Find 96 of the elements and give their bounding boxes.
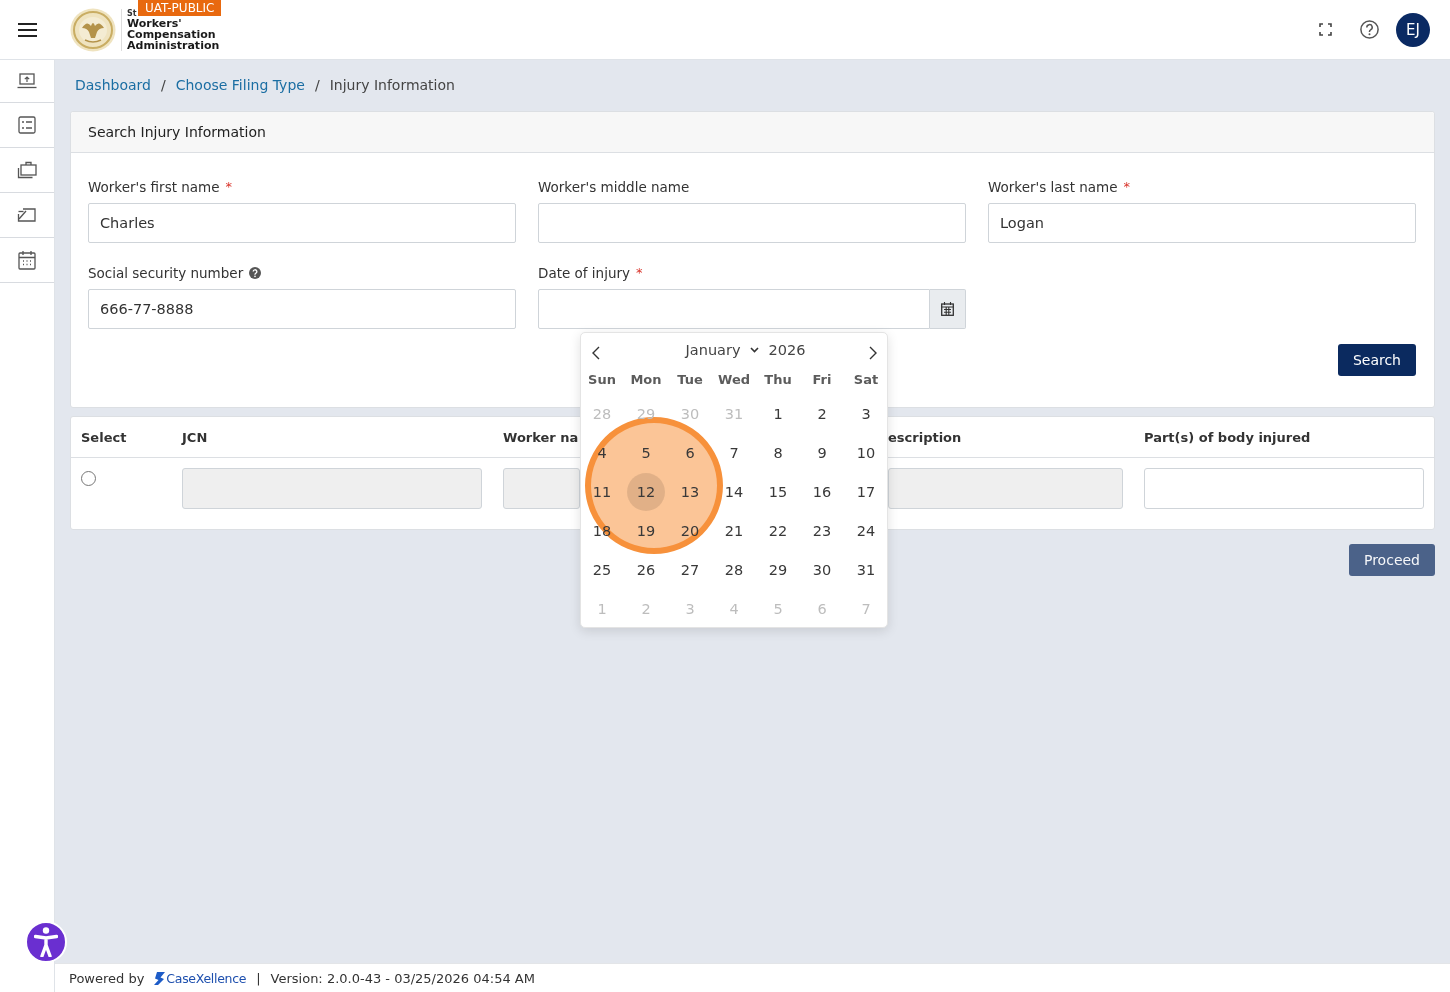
help-icon[interactable] bbox=[249, 266, 262, 279]
day-cell[interactable]: 17 bbox=[847, 472, 885, 511]
day-cell[interactable]: 4 bbox=[583, 433, 621, 472]
brand-name: CaseXellence bbox=[166, 970, 247, 986]
day-cell[interactable]: 20 bbox=[671, 511, 709, 550]
day-cell[interactable]: 21 bbox=[715, 511, 753, 550]
day-cell[interactable]: 23 bbox=[803, 511, 841, 550]
input-field[interactable]: Logan bbox=[988, 203, 1416, 243]
day-cell[interactable]: 29 bbox=[759, 550, 797, 589]
fullscreen-icon bbox=[1319, 23, 1332, 36]
input-field[interactable] bbox=[538, 203, 966, 243]
day-cell[interactable]: 24 bbox=[847, 511, 885, 550]
environment-badge: UAT-PUBLIC bbox=[138, 0, 222, 16]
day-cell[interactable]: 25 bbox=[583, 550, 621, 589]
avatar-button[interactable]: EJ bbox=[1396, 12, 1430, 47]
breadcrumb-link[interactable]: Choose Filing Type bbox=[175, 77, 305, 93]
input-field[interactable]: 666-77-8888 bbox=[88, 289, 516, 329]
day-cell[interactable]: 6 bbox=[671, 433, 709, 472]
footer-separator: | bbox=[256, 970, 261, 986]
day-cell[interactable]: 22 bbox=[759, 511, 797, 550]
menu-icon bbox=[18, 22, 37, 37]
day-cell[interactable]: 3 bbox=[847, 394, 885, 433]
calendar-icon bbox=[18, 250, 36, 270]
breadcrumb-link[interactable]: Dashboard bbox=[75, 77, 151, 93]
day-cell[interactable]: 31 bbox=[847, 550, 885, 589]
brand-mark-icon bbox=[154, 971, 166, 985]
next-month-button[interactable] bbox=[869, 345, 877, 360]
weekday-label: Mon bbox=[630, 371, 662, 389]
edit-frame-icon bbox=[17, 207, 37, 223]
day-cell[interactable]: 15 bbox=[759, 472, 797, 511]
day-cell[interactable]: 28 bbox=[715, 550, 753, 589]
year-input[interactable]: 2026 bbox=[768, 341, 806, 358]
help-icon bbox=[1360, 20, 1379, 39]
field-label: Worker's middle name bbox=[538, 178, 690, 195]
column-header: JCN bbox=[182, 429, 208, 445]
date-field[interactable] bbox=[538, 289, 930, 329]
day-cell[interactable]: 16 bbox=[803, 472, 841, 511]
row-radio[interactable] bbox=[81, 471, 96, 486]
breadcrumb-separator: / bbox=[160, 77, 166, 93]
chevron-right-icon bbox=[869, 345, 877, 360]
column-header: escription bbox=[888, 429, 962, 445]
day-cell[interactable]: 7 bbox=[715, 433, 753, 472]
column-header: Worker na bbox=[503, 429, 579, 445]
logo-text: Workers' Compensation Administration bbox=[127, 17, 221, 51]
field-label: Date of injury bbox=[538, 264, 630, 281]
logo-small-text: St bbox=[127, 8, 137, 18]
field-label: Social security number bbox=[88, 264, 244, 281]
input-field[interactable]: Charles bbox=[88, 203, 516, 243]
weekday-label: Sun bbox=[588, 371, 616, 389]
laptop-upload-icon bbox=[17, 73, 37, 89]
breadcrumb-current: Injury Information bbox=[329, 77, 455, 93]
day-cell[interactable]: 26 bbox=[627, 550, 665, 589]
caret-icon bbox=[749, 346, 759, 353]
weekday-label: Fri bbox=[812, 371, 832, 389]
day-cell[interactable]: 12 bbox=[627, 472, 665, 511]
version-text: Version: 2.0.0-43 - 03/25/2026 04:54 AM bbox=[270, 970, 535, 986]
briefcases-icon bbox=[17, 161, 37, 179]
weekday-label: Sat bbox=[853, 371, 879, 389]
day-cell[interactable]: 1 bbox=[759, 394, 797, 433]
powered-by-text: Powered by bbox=[69, 970, 145, 986]
day-cell[interactable]: 27 bbox=[671, 550, 709, 589]
column-header: Select bbox=[81, 429, 127, 445]
menu-button[interactable] bbox=[18, 22, 37, 37]
column-header: Part(s) of body injured bbox=[1144, 429, 1311, 445]
weekday-label: Thu bbox=[764, 371, 792, 389]
day-cell[interactable]: 19 bbox=[627, 511, 665, 550]
calendar-button[interactable] bbox=[930, 289, 966, 329]
day-cell[interactable]: 5 bbox=[627, 433, 665, 472]
required-mark: * bbox=[225, 179, 233, 194]
day-cell[interactable]: 10 bbox=[847, 433, 885, 472]
calendar-icon bbox=[941, 302, 954, 316]
prev-month-button[interactable] bbox=[592, 345, 600, 360]
field-label: Worker's first name bbox=[88, 178, 220, 195]
weekday-label: Tue bbox=[677, 371, 703, 389]
seal-icon bbox=[70, 7, 116, 52]
month-select[interactable]: January bbox=[685, 341, 759, 358]
day-cell[interactable]: 9 bbox=[803, 433, 841, 472]
day-cell[interactable]: 14 bbox=[715, 472, 753, 511]
search-button[interactable]: Search bbox=[1337, 344, 1416, 376]
fullscreen-button[interactable] bbox=[1319, 23, 1332, 36]
required-mark: * bbox=[636, 265, 643, 280]
help-button[interactable] bbox=[1360, 20, 1379, 39]
breadcrumb-separator: / bbox=[314, 77, 320, 93]
accessibility-icon bbox=[34, 927, 58, 957]
day-cell[interactable]: 30 bbox=[803, 550, 841, 589]
input-field[interactable] bbox=[1144, 468, 1424, 509]
checklist-icon bbox=[18, 116, 36, 134]
day-cell[interactable]: 2 bbox=[803, 394, 841, 433]
day-cell[interactable]: 13 bbox=[671, 472, 709, 511]
required-mark: * bbox=[1123, 179, 1131, 194]
day-cell[interactable]: 11 bbox=[583, 472, 621, 511]
field-label: Worker's last name bbox=[988, 178, 1118, 195]
chevron-left-icon bbox=[592, 345, 600, 360]
card-title: Search Injury Information bbox=[88, 124, 266, 140]
weekday-label: Wed bbox=[718, 371, 750, 389]
day-cell[interactable]: 8 bbox=[759, 433, 797, 472]
